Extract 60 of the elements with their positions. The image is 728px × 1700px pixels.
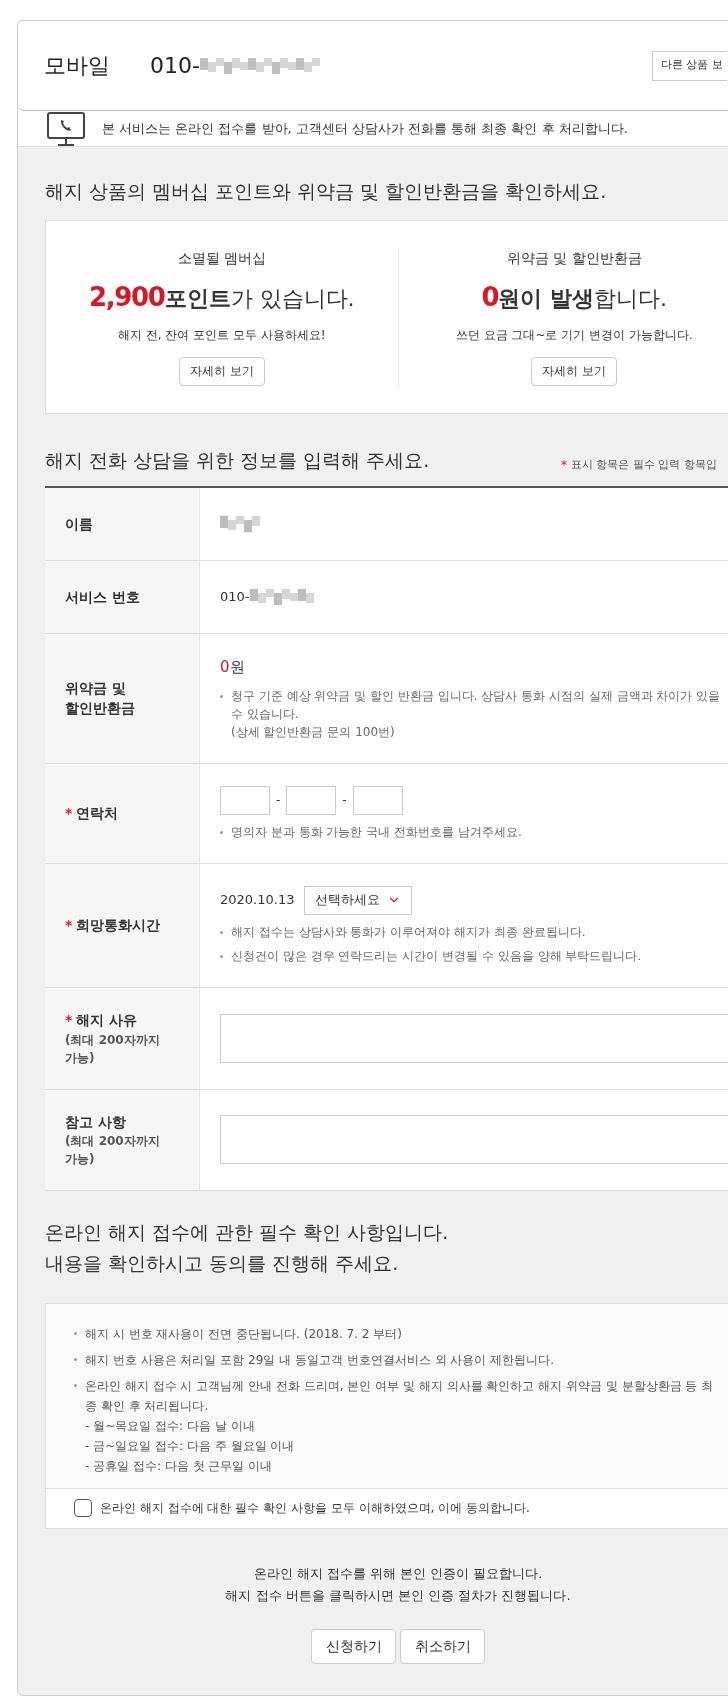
separator-text: - xyxy=(276,792,281,809)
details-button[interactable]: 자세히 보기 xyxy=(531,356,618,386)
other-product-button[interactable]: 다른 상품 보 xyxy=(652,50,727,81)
blurred-text xyxy=(220,516,260,532)
action-button[interactable]: 신청하기 xyxy=(311,1628,396,1664)
required-mark: * xyxy=(65,803,73,823)
blurred-text xyxy=(249,589,314,605)
agreement-item: 온라인 해지 접수 시 고객님께 안내 전화 드리며, 본인 여부 및 해지 의사를 확인하고 해지 위약금 및 분할상환금 등 최종 확인 후 처리됩니다. xyxy=(85,1377,715,1415)
agreement-subitem: - 월~목요일 접수: 다음 날 이내 xyxy=(85,1417,256,1435)
agreement-item: 해지 번호 사용은 처리일 포함 29일 내 동일고객 번호연결서비스 외 사용이 제한됩니다. xyxy=(85,1351,555,1369)
help-text: 명의자 분과 통화 가능한 국내 전화번호를 남겨주세요. xyxy=(231,823,522,841)
help-text: 청구 기준 예상 위약금 및 할인 반환금 입니다. 상담사 통화 시점의 실제 금액과 차이가 있을 수 있습니다. (상세 할인반환금 문의 100번) xyxy=(231,687,722,741)
details-button[interactable]: 자세히 보기 xyxy=(178,356,265,386)
card-note: 해지 전, 잔여 포인트 모두 사용하세요! xyxy=(117,326,326,344)
card-headline: 2,900포인트가 있습니다. xyxy=(88,280,355,314)
notice-text: 본 서비스는 온라인 접수를 받아, 고객센터 상담사가 전화를 통해 최종 확인 후 처리합니다. xyxy=(102,119,628,138)
required-note: 표시 항목은 필수 입력 항목입 xyxy=(571,456,717,473)
section-title: 해지 상품의 멤버십 포인트와 위약금 및 할인반환금을 확인하세요. xyxy=(45,179,608,204)
phone-input[interactable] xyxy=(220,785,270,815)
phone-number: 010- xyxy=(150,52,200,80)
field-label: 서비스 번호 xyxy=(65,588,140,607)
monitor-phone-icon xyxy=(46,110,86,147)
product-type: 모바일 xyxy=(44,52,111,80)
field-hint: (최대 200자까지 가능) xyxy=(65,1031,160,1067)
help-text: 신청건이 많은 경우 연락드리는 시간이 변경될 수 있음을 양해 부탁드립니다. xyxy=(231,947,642,965)
field-label: 연락처 xyxy=(76,803,119,823)
phone-input[interactable] xyxy=(352,785,403,815)
card-headline: 0원이 발생합니다. xyxy=(481,280,667,314)
section-title: 내용을 확인하시고 동의를 진행해 주세요. xyxy=(45,1250,400,1276)
card-label: 소멸될 멤버십 xyxy=(177,248,266,268)
agreement-subitem: - 금~일요일 접수: 다음 주 월요일 이내 xyxy=(85,1437,296,1455)
action-button[interactable]: 취소하기 xyxy=(400,1628,485,1664)
required-mark: * xyxy=(561,457,567,474)
time-select[interactable]: 선택하세요 xyxy=(304,885,413,915)
phone-input[interactable] xyxy=(286,785,337,815)
date-text: 2020.10.13 xyxy=(220,891,295,910)
field-label: 희망통화시간 xyxy=(76,915,161,935)
field-hint: (최대 200자까지 가능) xyxy=(65,1132,160,1168)
field-label: 해지 사유 xyxy=(76,1010,138,1030)
text-area[interactable] xyxy=(220,1013,728,1063)
field-label: 위약금 및 할인반환금 xyxy=(65,679,135,719)
required-mark: * xyxy=(65,915,73,935)
info-text: 온라인 해지 접수를 위해 본인 인증이 필요합니다. xyxy=(253,1564,543,1583)
section-title: 온라인 해지 접수에 관한 필수 확인 사항입니다. xyxy=(45,1219,450,1245)
card-note: 쓰던 요금 그대~로 기기 변경이 가능합니다. xyxy=(455,326,693,344)
card-label: 위약금 및 할인반환금 xyxy=(506,248,642,268)
agreement-item: 해지 시 번호 재사용이 전면 중단됩니다. (2018. 7. 2 부터) xyxy=(85,1325,402,1343)
amount-text: 0원 xyxy=(220,657,246,678)
agree-label: 온라인 해지 접수에 대한 필수 확인 사항을 모두 이해하였으며, 이에 동의합니다. xyxy=(100,1500,530,1517)
info-text: 해지 접수 버튼을 클릭하시면 본인 인증 절차가 진행됩니다. xyxy=(225,1586,571,1605)
field-value: 010- xyxy=(220,588,250,607)
agreement-subitem: - 공휴일 접수: 다음 첫 근무일 이내 xyxy=(85,1457,274,1475)
field-label: 참고 사항 xyxy=(65,1112,126,1132)
field-label: 이름 xyxy=(65,515,93,534)
required-mark: * xyxy=(65,1010,73,1030)
help-text: 해지 접수는 상담사와 통화가 이루어져야 해지가 최종 완료됩니다. xyxy=(231,923,586,941)
text-area[interactable] xyxy=(220,1115,728,1164)
section-title: 해지 전화 상담을 위한 정보를 입력해 주세요. xyxy=(45,447,430,473)
separator-text: - xyxy=(342,792,347,809)
agree-checkbox[interactable] xyxy=(74,1499,92,1517)
